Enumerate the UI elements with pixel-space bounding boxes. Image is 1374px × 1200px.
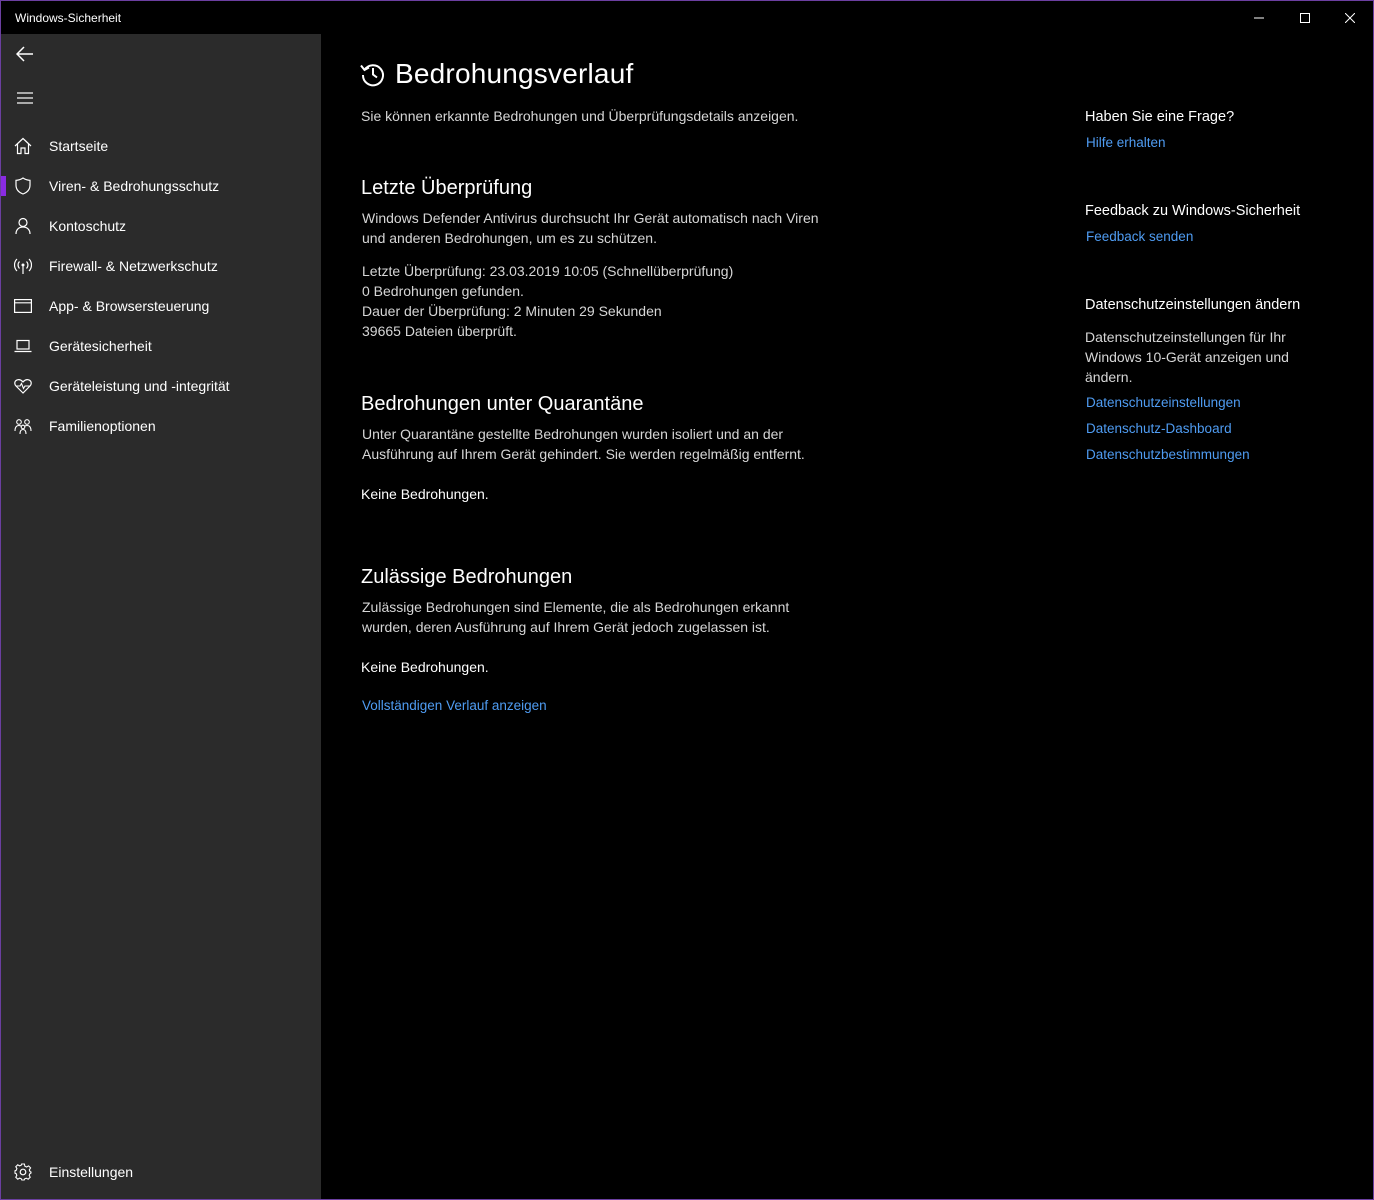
sidebar-item-geraeteleistung-integritaet[interactable]: Geräteleistung und -integrität: [1, 366, 321, 406]
allowed-threats-heading: Zulässige Bedrohungen: [361, 566, 573, 588]
allowed-threats-status: Keine Bedrohungen.: [361, 659, 489, 675]
app-window: Windows-Sicherheit Startseite Viren- & B…: [0, 0, 1374, 1200]
back-arrow-icon: [16, 46, 33, 62]
page-title: Bedrohungsverlauf: [395, 58, 634, 89]
allowed-threats-description-line: wurden, deren Ausführung auf Ihrem Gerät…: [362, 619, 770, 635]
hamburger-menu-button[interactable]: [1, 78, 49, 118]
minimize-button[interactable]: [1236, 1, 1282, 34]
privacy-text-line: Windows 10-Gerät anzeigen und: [1085, 349, 1289, 365]
sidebar-item-label: App- & Browsersteuerung: [49, 298, 210, 314]
person-icon: [1, 206, 45, 246]
close-icon: [1345, 12, 1355, 23]
sidebar-item-label: Einstellungen: [49, 1164, 134, 1180]
sidebar-item-familienoptionen[interactable]: Familienoptionen: [1, 406, 321, 446]
sidebar-item-einstellungen[interactable]: Einstellungen: [1, 1152, 321, 1192]
privacy-dashboard-link[interactable]: Datenschutz-Dashboard: [1086, 421, 1232, 436]
sidebar-item-label: Firewall- & Netzwerkschutz: [49, 258, 218, 274]
feedback-link[interactable]: Feedback senden: [1086, 229, 1193, 244]
quarantine-status: Keine Bedrohungen.: [361, 486, 489, 502]
back-button[interactable]: [1, 34, 49, 74]
browser-window-icon: [1, 286, 45, 326]
window-title: Windows-Sicherheit: [15, 11, 122, 25]
maximize-icon: [1300, 12, 1310, 23]
sidebar-item-label: Viren- & Bedrohungsschutz: [49, 178, 220, 194]
privacy-text-line: Datenschutzeinstellungen für Ihr: [1085, 329, 1286, 345]
gear-icon: [1, 1152, 45, 1192]
last-scan-heading: Letzte Überprüfung: [361, 177, 533, 199]
minimize-icon: [1254, 17, 1264, 18]
hamburger-icon: [17, 92, 33, 104]
main-content: Bedrohungsverlauf Sie können erkannte Be…: [321, 34, 1373, 1199]
maximize-button[interactable]: [1282, 1, 1328, 34]
privacy-settings-link[interactable]: Datenschutzeinstellungen: [1086, 395, 1241, 410]
last-scan-files-checked: 39665 Dateien überprüft.: [362, 323, 517, 339]
antenna-icon: [1, 246, 45, 286]
last-scan-description-line: Windows Defender Antivirus durchsucht Ih…: [362, 210, 819, 226]
feedback-heading: Feedback zu Windows-Sicherheit: [1085, 203, 1301, 219]
shield-icon: [1, 166, 45, 206]
sidebar-item-kontoschutz[interactable]: Kontoschutz: [1, 206, 321, 246]
sidebar-item-startseite[interactable]: Startseite: [1, 126, 321, 166]
question-heading: Haben Sie eine Frage?: [1085, 109, 1235, 125]
sidebar: Startseite Viren- & Bedrohungsschutz Kon…: [1, 34, 321, 1199]
page-header: Bedrohungsverlauf: [359, 58, 633, 90]
sidebar-item-label: Kontoschutz: [49, 218, 127, 234]
privacy-statement-link[interactable]: Datenschutzbestimmungen: [1086, 447, 1250, 462]
quarantine-description-line: Ausführung auf Ihrem Gerät gehindert. Si…: [362, 446, 805, 462]
help-link[interactable]: Hilfe erhalten: [1086, 135, 1166, 150]
sidebar-item-label: Startseite: [49, 138, 109, 154]
sidebar-item-viren-bedrohungsschutz[interactable]: Viren- & Bedrohungsschutz: [1, 166, 321, 206]
sidebar-item-geraetesicherheit[interactable]: Gerätesicherheit: [1, 326, 321, 366]
sidebar-item-firewall-netzwerkschutz[interactable]: Firewall- & Netzwerkschutz: [1, 246, 321, 286]
page-subtitle: Sie können erkannte Bedrohungen und Über…: [361, 108, 799, 124]
full-history-link[interactable]: Vollständigen Verlauf anzeigen: [362, 698, 547, 713]
allowed-threats-description-line: Zulässige Bedrohungen sind Elemente, die…: [362, 599, 790, 615]
history-icon: [360, 64, 384, 87]
title-bar: Windows-Sicherheit: [1, 1, 1373, 34]
privacy-text-line: ändern.: [1085, 369, 1133, 385]
laptop-icon: [1, 326, 45, 366]
close-button[interactable]: [1327, 1, 1373, 34]
last-scan-threats-found: 0 Bedrohungen gefunden.: [362, 283, 524, 299]
heart-pulse-icon: [1, 366, 45, 406]
last-scan-description-line: und anderen Bedrohungen, um es zu schütz…: [362, 230, 657, 246]
sidebar-item-app-browsersteuerung[interactable]: App- & Browsersteuerung: [1, 286, 321, 326]
sidebar-item-label: Geräteleistung und -integrität: [49, 378, 230, 394]
quarantine-description-line: Unter Quarantäne gestellte Bedrohungen w…: [362, 426, 784, 442]
last-scan-date: Letzte Überprüfung: 23.03.2019 10:05 (Sc…: [362, 263, 734, 279]
sidebar-item-label: Gerätesicherheit: [49, 338, 152, 354]
privacy-heading: Datenschutzeinstellungen ändern: [1085, 297, 1301, 313]
last-scan-duration: Dauer der Überprüfung: 2 Minuten 29 Seku…: [362, 303, 662, 319]
family-icon: [1, 406, 45, 446]
home-icon: [1, 126, 45, 166]
quarantine-heading: Bedrohungen unter Quarantäne: [361, 393, 644, 415]
sidebar-item-label: Familienoptionen: [49, 418, 156, 434]
